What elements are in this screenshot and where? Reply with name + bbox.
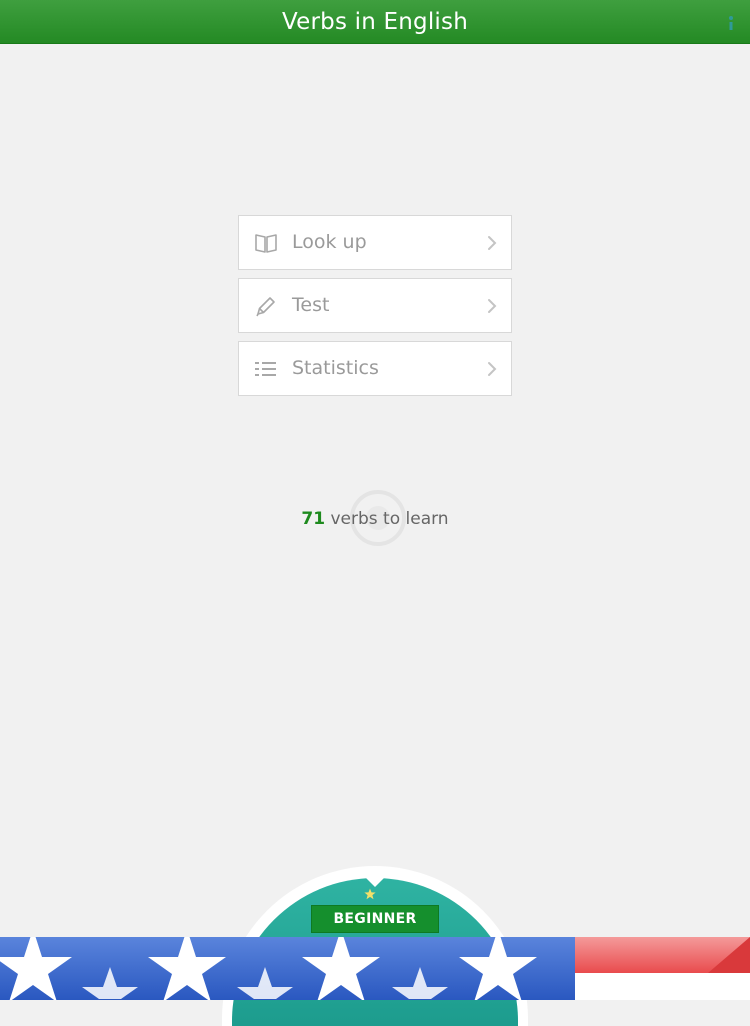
statistics-button[interactable]: Statistics	[238, 341, 512, 396]
test-button[interactable]: Test	[238, 278, 512, 333]
us-flag-banner	[0, 937, 750, 1000]
look-up-label: Look up	[292, 231, 367, 253]
look-up-button[interactable]: Look up	[238, 215, 512, 270]
level-badge[interactable]: BEGINNER	[311, 905, 439, 933]
statistics-label: Statistics	[292, 357, 379, 379]
list-icon	[255, 362, 276, 376]
chevron-right-icon	[488, 299, 497, 313]
verbs-count-suffix: verbs to learn	[325, 509, 449, 529]
app-title: Verbs in English	[282, 9, 468, 35]
test-label: Test	[292, 294, 330, 316]
star-icon	[364, 888, 376, 900]
info-icon[interactable]	[724, 12, 738, 32]
title-bar: Verbs in English	[0, 0, 750, 44]
book-icon	[255, 234, 277, 253]
chevron-right-icon	[488, 236, 497, 250]
dome-notch	[366, 878, 384, 887]
chevron-right-icon	[488, 362, 497, 376]
verbs-to-learn-text: 71 verbs to learn	[0, 509, 750, 529]
pencil-icon	[256, 297, 275, 317]
verbs-count-number: 71	[301, 509, 326, 529]
main-menu: Look up Test Statistics	[238, 215, 512, 404]
